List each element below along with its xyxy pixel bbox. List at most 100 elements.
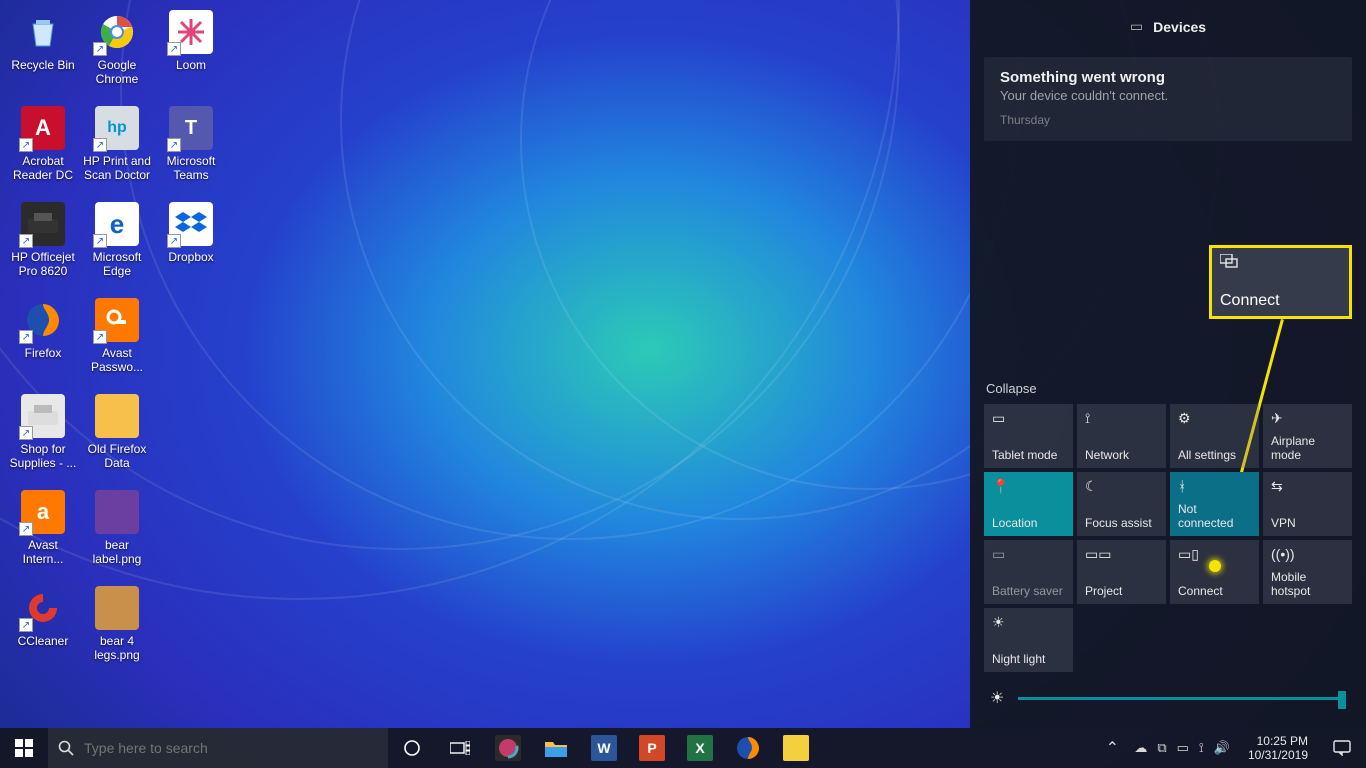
location-icon: 📍: [992, 478, 1065, 496]
desktop-icon[interactable]: Recycle Bin: [6, 6, 80, 102]
volume-icon[interactable]: 🔊: [1214, 740, 1230, 756]
notification-title: Something went wrong: [1000, 69, 1336, 86]
onedrive-icon[interactable]: ☁: [1134, 740, 1147, 756]
clock[interactable]: 10:25 PM 10/31/2019: [1238, 734, 1318, 762]
desktop-icon[interactable]: T↗Microsoft Teams: [154, 102, 228, 198]
desktop-icon-label: Old Firefox Data: [81, 442, 153, 470]
bluetooth-icon: ᚼ: [1178, 478, 1251, 496]
desktop-icon-label: Google Chrome: [81, 58, 153, 86]
quick-action-mobile-hotspot[interactable]: ((•)) Mobile hotspot: [1263, 540, 1352, 604]
quick-action-not-connected[interactable]: ᚼ Not connected: [1170, 472, 1259, 536]
notification-card[interactable]: Something went wrong Your device couldn'…: [984, 57, 1352, 141]
clock-time: 10:25 PM: [1248, 734, 1308, 748]
desktop-icon[interactable]: bear label.png: [80, 486, 154, 582]
quick-action-label: Battery saver: [992, 584, 1065, 598]
desktop-icon-label: Microsoft Edge: [81, 250, 153, 278]
taskbar-app-word[interactable]: W: [580, 728, 628, 768]
desktop-icon[interactable]: ↗Shop for Supplies - ...: [6, 390, 80, 486]
brightness-icon: ☀: [990, 688, 1004, 708]
desktop[interactable]: Recycle BinA↗Acrobat Reader DC↗HP Office…: [0, 0, 970, 728]
dropbox-tray-icon[interactable]: ⧉: [1157, 740, 1166, 756]
brightness-slider[interactable]: ☀: [984, 672, 1352, 718]
nightlight-icon: ☀: [992, 614, 1065, 632]
wifi-icon[interactable]: ⟟: [1199, 740, 1204, 756]
brightness-thumb[interactable]: [1338, 691, 1346, 709]
desktop-icon-label: Acrobat Reader DC: [7, 154, 79, 182]
desktop-icon-label: HP Print and Scan Doctor: [81, 154, 153, 182]
quick-action-all-settings[interactable]: ⚙All settings: [1170, 404, 1259, 468]
taskbar: WPX ⌃ ☁ ⧉ ▭ ⟟ 🔊 10:25 PM 10/31/2019: [0, 728, 1366, 768]
quick-action-label: Mobile hotspot: [1271, 570, 1344, 598]
quick-action-label: Tablet mode: [992, 448, 1065, 462]
desktop-icon[interactable]: bear 4 legs.png: [80, 582, 154, 678]
search-icon: [58, 740, 74, 756]
taskbar-app-firefox[interactable]: [724, 728, 772, 768]
quick-action-label: All settings: [1178, 448, 1251, 462]
cortana-button[interactable]: [388, 728, 436, 768]
system-tray[interactable]: ☁ ⧉ ▭ ⟟ 🔊: [1126, 740, 1238, 756]
tablet-icon: ▭: [992, 410, 1065, 428]
tray-overflow-button[interactable]: ⌃: [1098, 738, 1126, 758]
quick-action-label: Connect: [1178, 584, 1251, 598]
desktop-icon[interactable]: Old Firefox Data: [80, 390, 154, 486]
quick-action-battery-saver[interactable]: ▭ Battery saver: [984, 540, 1073, 604]
quick-actions-grid: ▭ Tablet mode ⟟ Network ⚙All settings✈Airpla…: [984, 404, 1352, 672]
quick-action-location[interactable]: 📍 Location: [984, 472, 1073, 536]
search-input[interactable]: [84, 740, 378, 756]
desktop-icon[interactable]: ↗CCleaner: [6, 582, 80, 678]
taskbar-app-sticky[interactable]: [772, 728, 820, 768]
quick-action-night-light[interactable]: ☀Night light: [984, 608, 1073, 672]
action-center-header: ▭ Devices: [984, 18, 1352, 35]
quick-action-label: Focus assist: [1085, 516, 1158, 530]
collapse-link[interactable]: Collapse: [986, 381, 1037, 396]
desktop-icon[interactable]: ↗HP Officejet Pro 8620: [6, 198, 80, 294]
notification-time: Thursday: [1000, 113, 1336, 127]
quick-action-label: Not connected: [1178, 502, 1251, 530]
task-view-button[interactable]: [436, 728, 484, 768]
project-icon: ▭▭: [1085, 546, 1158, 564]
wifi-icon: ⟟: [1085, 410, 1158, 428]
desktop-icon[interactable]: hp↗HP Print and Scan Doctor: [80, 102, 154, 198]
quick-action-network[interactable]: ⟟ Network: [1077, 404, 1166, 468]
action-center-panel: ▭ Devices Something went wrong Your devi…: [970, 0, 1366, 728]
taskbar-app-powerpoint[interactable]: P: [628, 728, 676, 768]
desktop-icon[interactable]: ↗Dropbox: [154, 198, 228, 294]
desktop-icon-label: Loom: [176, 58, 206, 72]
quick-action-label: Location: [992, 516, 1065, 530]
taskbar-app-snip[interactable]: [484, 728, 532, 768]
quick-action-connect[interactable]: ▭▯Connect: [1170, 540, 1259, 604]
desktop-icon[interactable]: ↗Google Chrome: [80, 6, 154, 102]
quick-action-project[interactable]: ▭▭ Project: [1077, 540, 1166, 604]
quick-action-focus-assist[interactable]: ☾Focus assist: [1077, 472, 1166, 536]
search-box[interactable]: [48, 728, 388, 768]
desktop-icon-label: Dropbox: [168, 250, 213, 264]
quick-action-airplane-mode[interactable]: ✈Airplane mode: [1263, 404, 1352, 468]
desktop-icon[interactable]: a↗Avast Intern...: [6, 486, 80, 582]
desktop-icon-label: Firefox: [25, 346, 62, 360]
taskbar-app-explorer[interactable]: [532, 728, 580, 768]
airplane-icon: ✈: [1271, 410, 1344, 428]
hotspot-icon: ((•)): [1271, 546, 1344, 564]
connect-callout: Connect: [1209, 245, 1352, 319]
quick-action-label: Network: [1085, 448, 1158, 462]
desktop-icon-label: Avast Passwo...: [81, 346, 153, 374]
quick-action-label: Project: [1085, 584, 1158, 598]
battery-icon[interactable]: ▭: [1177, 740, 1189, 756]
desktop-icon-label: bear label.png: [81, 538, 153, 566]
battery-icon: ▭: [992, 546, 1065, 564]
start-button[interactable]: [0, 728, 48, 768]
quick-action-tablet-mode[interactable]: ▭ Tablet mode: [984, 404, 1073, 468]
brightness-track[interactable]: [1018, 697, 1346, 700]
quick-action-vpn[interactable]: ⇆VPN: [1263, 472, 1352, 536]
taskbar-app-excel[interactable]: X: [676, 728, 724, 768]
vpn-icon: ⇆: [1271, 478, 1344, 496]
desktop-icon[interactable]: ↗Avast Passwo...: [80, 294, 154, 390]
desktop-icon[interactable]: e↗Microsoft Edge: [80, 198, 154, 294]
desktop-icon[interactable]: A↗Acrobat Reader DC: [6, 102, 80, 198]
devices-icon: ▭: [1130, 18, 1143, 35]
desktop-icon[interactable]: ↗Firefox: [6, 294, 80, 390]
action-center-title: Devices: [1153, 19, 1206, 35]
desktop-icon-label: Microsoft Teams: [155, 154, 227, 182]
desktop-icon[interactable]: ↗Loom: [154, 6, 228, 102]
action-center-button[interactable]: [1318, 740, 1366, 756]
